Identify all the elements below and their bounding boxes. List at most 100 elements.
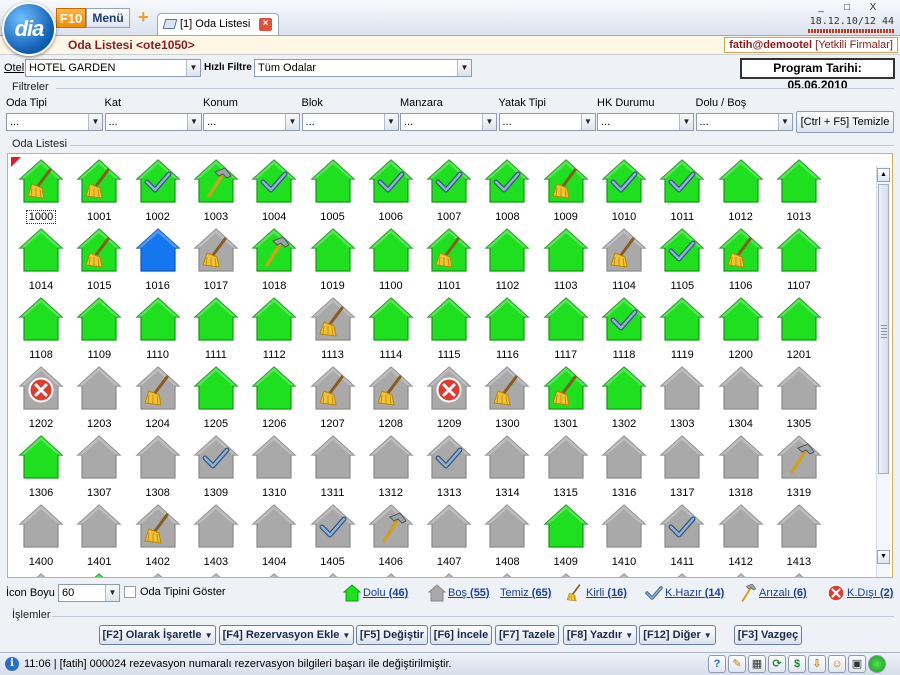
room-tile[interactable]: 1117: [537, 294, 595, 363]
chevron-down-icon[interactable]: ▼: [186, 114, 201, 130]
room-tile[interactable]: 1400: [12, 501, 70, 570]
room-tile-partial[interactable]: [187, 570, 245, 577]
chevron-down-icon[interactable]: ▼: [580, 114, 595, 130]
room-tile[interactable]: 1114: [362, 294, 420, 363]
room-tile-partial[interactable]: [478, 570, 536, 577]
room-tile[interactable]: 1305: [770, 363, 828, 432]
room-tile[interactable]: 1119: [653, 294, 711, 363]
room-tile-partial[interactable]: [595, 570, 653, 577]
legend-link[interactable]: Boş (55): [448, 584, 490, 602]
chevron-down-icon[interactable]: ▼: [186, 60, 200, 76]
room-tile[interactable]: 1203: [70, 363, 128, 432]
room-tile[interactable]: 1113: [304, 294, 362, 363]
room-tile[interactable]: 1112: [245, 294, 303, 363]
menu-button[interactable]: Menü: [86, 8, 130, 28]
room-tile[interactable]: 1309: [187, 432, 245, 501]
room-tile[interactable]: 1013: [770, 156, 828, 225]
room-tile[interactable]: 1208: [362, 363, 420, 432]
room-tile[interactable]: 1401: [70, 501, 128, 570]
room-tile[interactable]: 1005: [304, 156, 362, 225]
legend-link[interactable]: K.Dışı (2): [847, 584, 893, 602]
room-tile[interactable]: 1404: [245, 501, 303, 570]
room-tile[interactable]: 1207: [304, 363, 362, 432]
room-tile[interactable]: 1408: [478, 501, 536, 570]
room-tile[interactable]: 1010: [595, 156, 653, 225]
room-tile[interactable]: 1412: [712, 501, 770, 570]
chevron-down-icon[interactable]: ▼: [777, 114, 792, 130]
room-tile[interactable]: 1306: [12, 432, 70, 501]
room-tile[interactable]: 1300: [478, 363, 536, 432]
filter-select[interactable]: ... ▼: [695, 113, 793, 131]
chevron-down-icon[interactable]: ▼: [383, 114, 398, 130]
room-tile[interactable]: 1311: [304, 432, 362, 501]
minimize-button[interactable]: _: [808, 2, 834, 14]
action-button[interactable]: [F6] İncele: [430, 625, 492, 645]
authorized-companies-link[interactable]: [Yetkili Firmalar]: [815, 39, 893, 51]
chevron-down-icon[interactable]: ▼: [679, 114, 693, 130]
action-button[interactable]: [F12] Diğer ▼: [639, 625, 716, 645]
room-tile[interactable]: 1018: [245, 225, 303, 294]
room-tile[interactable]: 1317: [653, 432, 711, 501]
legend-link[interactable]: K.Hazır (14): [665, 584, 724, 602]
action-button[interactable]: [F8] Yazdır ▼: [563, 625, 637, 645]
room-tile[interactable]: 1014: [12, 225, 70, 294]
chevron-down-icon[interactable]: ▼: [482, 114, 496, 130]
room-tile-partial[interactable]: [653, 570, 711, 577]
room-tile-partial[interactable]: [420, 570, 478, 577]
currency-icon[interactable]: $: [788, 655, 806, 673]
dropdown-arrow-icon[interactable]: ▼: [342, 631, 350, 640]
room-tile-partial[interactable]: [770, 570, 828, 577]
room-tile[interactable]: 1206: [245, 363, 303, 432]
maximize-button[interactable]: □: [834, 2, 860, 14]
room-tile[interactable]: 1312: [362, 432, 420, 501]
vertical-scrollbar[interactable]: ▲ ▼: [876, 166, 890, 577]
room-tile[interactable]: 1011: [653, 156, 711, 225]
room-tile[interactable]: 1318: [712, 432, 770, 501]
clear-filters-button[interactable]: [Ctrl + F5] Temizle: [796, 111, 894, 133]
room-tile[interactable]: 1315: [537, 432, 595, 501]
room-tile-partial[interactable]: [12, 570, 70, 577]
room-tile[interactable]: 1002: [129, 156, 187, 225]
room-tile[interactable]: 1403: [187, 501, 245, 570]
filter-select[interactable]: ... ▼: [301, 113, 399, 131]
dia-logo[interactable]: dia: [2, 2, 56, 56]
filter-select[interactable]: ... ▼: [400, 113, 497, 131]
calculator-icon[interactable]: ▦: [748, 655, 766, 673]
filter-select[interactable]: ... ▼: [597, 113, 694, 131]
room-tile[interactable]: 1307: [70, 432, 128, 501]
room-tile[interactable]: 1402: [129, 501, 187, 570]
help-icon[interactable]: ?: [708, 655, 726, 673]
room-tile[interactable]: 1413: [770, 501, 828, 570]
room-tile[interactable]: 1004: [245, 156, 303, 225]
scroll-down-arrow-icon[interactable]: ▼: [877, 550, 890, 564]
room-tile[interactable]: 1007: [420, 156, 478, 225]
chevron-down-icon[interactable]: ▼: [285, 114, 299, 130]
room-tile[interactable]: 1106: [712, 225, 770, 294]
download-icon[interactable]: ⇩: [808, 655, 826, 673]
room-tile[interactable]: 1303: [653, 363, 711, 432]
room-tile[interactable]: 1314: [478, 432, 536, 501]
scroll-thumb[interactable]: [878, 184, 889, 474]
room-tile[interactable]: 1008: [478, 156, 536, 225]
room-tile[interactable]: 1115: [420, 294, 478, 363]
room-tile[interactable]: 1102: [478, 225, 536, 294]
room-tile[interactable]: 1000: [12, 156, 70, 225]
room-tile[interactable]: 1105: [653, 225, 711, 294]
filter-select[interactable]: ... ▼: [104, 113, 202, 131]
room-tile-partial[interactable]: [362, 570, 420, 577]
room-tile[interactable]: 1110: [129, 294, 187, 363]
room-tile-partial[interactable]: [712, 570, 770, 577]
legend-link[interactable]: Arızalı (6): [759, 584, 807, 602]
room-tile[interactable]: 1003: [187, 156, 245, 225]
quick-filter-select[interactable]: Tüm Odalar ▼: [254, 59, 472, 77]
room-tile[interactable]: 1012: [712, 156, 770, 225]
room-tile[interactable]: 1016: [129, 225, 187, 294]
scroll-up-arrow-icon[interactable]: ▲: [877, 168, 890, 182]
filter-select[interactable]: ... ▼: [498, 113, 596, 131]
room-tile[interactable]: 1200: [712, 294, 770, 363]
room-tile[interactable]: 1017: [187, 225, 245, 294]
room-tile[interactable]: 1116: [478, 294, 536, 363]
room-tile[interactable]: 1019: [304, 225, 362, 294]
room-tile-partial[interactable]: [70, 570, 128, 577]
action-button[interactable]: [F7] Tazele: [495, 625, 559, 645]
